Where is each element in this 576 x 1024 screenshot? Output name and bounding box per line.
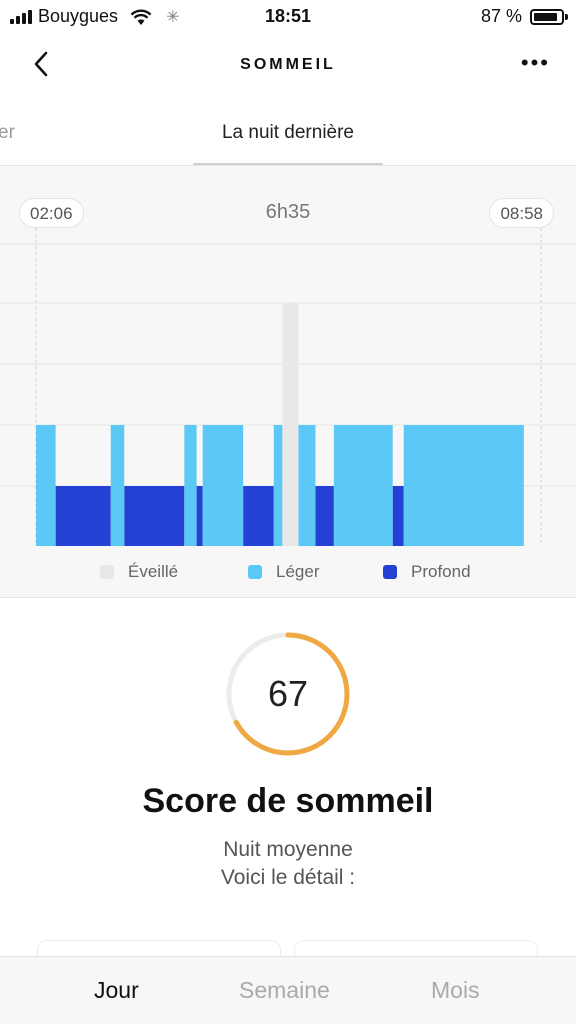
sleep-segment-light [202,425,244,546]
period-tabs: er La nuit dernière [0,94,576,166]
sleep-segment-light [273,425,283,546]
legend-swatch-deep [383,565,397,579]
sleep-segment-deep [315,486,334,546]
more-dots-icon[interactable]: ••• [521,50,550,76]
page-title: SOMMEIL [240,56,336,73]
battery-icon [530,8,568,25]
sleep-segment-deep [196,486,203,546]
score-quality: Nuit moyenne [223,838,353,861]
end-time-pill: 08:58 [489,198,554,228]
sleep-segment-light [333,425,393,546]
sleep-segment-deep [392,486,404,546]
sleep-segment-deep [124,486,185,546]
bottom-tab-bar: Jour Semaine Mois [0,956,576,1024]
tab-month[interactable]: Mois [431,977,480,1004]
legend-item-awake: Éveillé [100,562,178,582]
legend-item-light: Léger [248,562,319,582]
tab-day[interactable]: Jour [94,977,139,1004]
sleep-segment-light [184,425,197,546]
tab-active-indicator [193,163,383,165]
legend-label-awake: Éveillé [128,562,179,581]
sleep-segment-deep [243,486,274,546]
tab-week[interactable]: Semaine [239,977,330,1004]
sleep-segment-light [403,425,524,546]
tab-last-night[interactable]: La nuit dernière [0,122,576,144]
sleep-chart-section: 02:06 6h35 08:58 Éveillé Léger Profond [0,166,576,598]
score-title: Score de sommeil [142,782,434,820]
legend-label-light: Léger [276,562,320,581]
legend-label-deep: Profond [411,562,471,581]
sleep-stage-chart [0,228,576,546]
legend-swatch-awake [100,565,114,579]
sleep-segment-awake [282,303,299,546]
score-value: 67 [267,673,309,714]
score-detail-intro: Voici le détail : [220,866,356,889]
status-bar-right: 87 % [480,6,568,27]
legend-item-deep: Profond [383,562,471,582]
chart-legend: Éveillé Léger Profond [0,562,576,586]
sleep-segment-light [298,425,316,546]
status-bar: Bouygues ✳ 18:51 87 % [0,0,576,34]
nav-header: SOMMEIL ••• [0,34,576,94]
sleep-segment-deep [55,486,111,546]
battery-percent: 87 % [480,6,522,26]
legend-swatch-light [248,565,262,579]
sleep-segment-light [110,425,125,546]
sleep-segment-light [36,425,56,546]
